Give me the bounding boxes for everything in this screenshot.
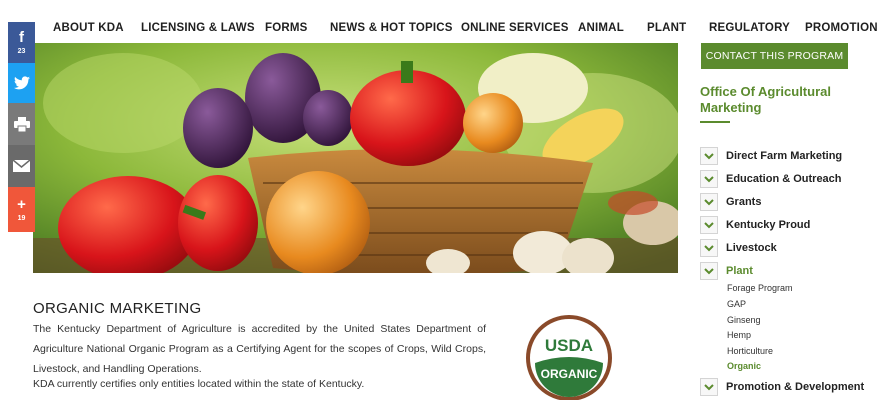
nav-licensing-laws[interactable]: LICENSING & LAWS [141,22,255,34]
sidebar-item-label: Education & Outreach [726,173,842,185]
nav-about-kda[interactable]: ABOUT KDA [53,22,124,34]
office-title: Office Of Agricultural Marketing [700,84,831,115]
chevron-down-icon[interactable] [700,262,718,280]
plus-icon: + [17,196,26,213]
twitter-share-button[interactable] [8,63,35,103]
chevron-down-icon[interactable] [700,378,718,396]
page-title: ORGANIC MARKETING [33,300,202,317]
sidebar-item-label: Direct Farm Marketing [726,150,843,162]
sidebar-item-grants[interactable]: Grants [700,193,761,211]
sidebar-item-education-outreach[interactable]: Education & Outreach [700,170,842,188]
sidebar-item-label: Plant [726,265,753,277]
vegetable-basket-illustration [33,43,678,273]
office-title-divider [700,121,730,123]
social-share-bar: f 23 + 19 [8,22,35,232]
nav-regulatory[interactable]: REGULATORY [709,22,790,34]
more-share-button[interactable]: + 19 [8,187,35,232]
nav-news-hot-topics[interactable]: NEWS & HOT TOPICS [330,22,453,34]
chevron-down-icon[interactable] [700,239,718,257]
email-icon [13,160,30,172]
sidebar-subitem-organic[interactable]: Organic [727,361,761,371]
twitter-icon [13,76,30,90]
facebook-share-button[interactable]: f 23 [8,22,35,63]
chevron-down-icon[interactable] [700,170,718,188]
article-paragraph-2: KDA currently certifies only entities lo… [33,378,365,390]
chevron-down-icon[interactable] [700,193,718,211]
sidebar-item-label: Promotion & Development [726,381,865,393]
sidebar-item-plant[interactable]: Plant [700,262,753,280]
nav-plant[interactable]: PLANT [647,22,686,34]
chevron-down-icon[interactable] [700,147,718,165]
sidebar-subitem-ginseng[interactable]: Ginseng [727,315,761,325]
article-paragraph-1: The Kentucky Department of Agriculture i… [33,323,486,375]
chevron-down-icon[interactable] [700,216,718,234]
sidebar-item-label: Livestock [726,242,777,254]
sidebar-item-label: Kentucky Proud [726,219,811,231]
more-share-count: 19 [17,215,26,222]
usda-organic-seal-icon: USDA ORGANIC [526,315,612,400]
nav-promotional[interactable]: PROMOTIONAL [805,22,877,34]
nav-online-services[interactable]: ONLINE SERVICES [461,22,569,34]
sidebar-item-direct-farm-marketing[interactable]: Direct Farm Marketing [700,147,842,165]
sidebar-item-livestock[interactable]: Livestock [700,239,777,257]
sidebar-subitem-gap[interactable]: GAP [727,299,746,309]
email-share-button[interactable] [8,145,35,187]
nav-forms[interactable]: FORMS [265,22,308,34]
facebook-share-count: 23 [17,48,26,55]
sidebar-subitem-hemp[interactable]: Hemp [727,330,751,340]
nav-animal[interactable]: ANIMAL [578,22,624,34]
facebook-icon: f [19,29,24,46]
print-icon [13,116,30,132]
seal-top-text: USDA [545,336,593,355]
seal-bottom-text: ORGANIC [541,367,598,381]
sidebar-item-label: Grants [726,196,762,208]
hero-image [33,43,678,273]
usda-organic-seal: USDA ORGANIC [526,315,612,400]
sidebar-subitem-horticulture[interactable]: Horticulture [727,346,773,356]
sidebar-item-promotion-development[interactable]: Promotion & Development [700,378,864,396]
sidebar-subitem-forage-program[interactable]: Forage Program [727,283,793,293]
contact-program-button[interactable]: CONTACT THIS PROGRAM [701,43,848,69]
sidebar-item-kentucky-proud[interactable]: Kentucky Proud [700,216,810,234]
print-button[interactable] [8,103,35,145]
